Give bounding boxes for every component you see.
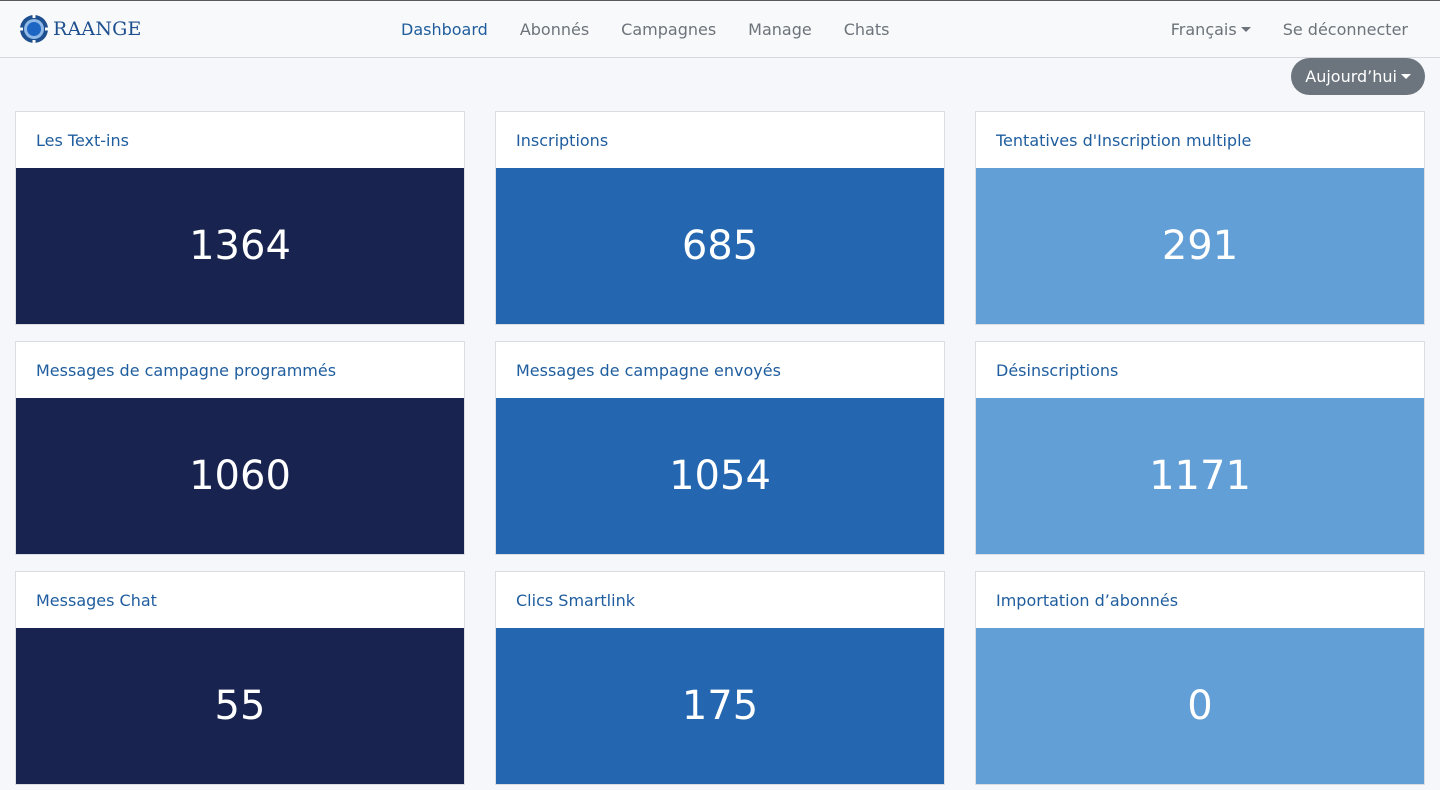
stat-card-title: Les Text-ins [36,130,129,150]
brand-name: RAANGE [53,18,142,40]
stat-card-title: Tentatives d'Inscription multiple [996,130,1252,150]
period-dropdown-button[interactable]: Aujourd’hui [1291,58,1425,95]
period-label: Aujourd’hui [1305,67,1397,86]
stat-card-value: 0 [976,628,1424,784]
raange-logo-icon [18,13,50,45]
stat-card-title: Importation d’abonnés [996,590,1179,610]
nav-abonnes[interactable]: Abonnés [504,20,605,39]
language-dropdown[interactable]: Français [1155,20,1267,39]
stat-card-title: Messages Chat [36,590,157,610]
caret-down-icon [1240,27,1251,32]
top-navbar: RAANGE Dashboard Abonnés Campagnes Manag… [0,0,1440,58]
stat-card-value: 55 [16,628,464,784]
brand-logo[interactable]: RAANGE [18,13,142,45]
caret-down-icon [1401,74,1411,79]
stats-grid: Les Text-ins 1364 Inscriptions 685 Tenta… [15,111,1425,785]
stat-card-value: 175 [496,628,944,784]
stat-card-title: Clics Smartlink [516,590,635,610]
stat-card-value: 1364 [16,168,464,324]
stat-card-title: Messages de campagne envoyés [516,360,781,380]
stat-card-scheduled-messages: Messages de campagne programmés 1060 [15,341,465,555]
main-nav: Dashboard Abonnés Campagnes Manage Chats [385,1,905,58]
stat-card-unsubscriptions: Désinscriptions 1171 [975,341,1425,555]
stat-card-value: 291 [976,168,1424,324]
nav-dashboard[interactable]: Dashboard [385,20,504,39]
stat-card-title: Désinscriptions [996,360,1119,380]
nav-chats[interactable]: Chats [828,20,906,39]
stat-card-title: Messages de campagne programmés [36,360,337,380]
stat-card-value: 685 [496,168,944,324]
stat-card-smartlink-clicks: Clics Smartlink 175 [495,571,945,785]
stat-card-subscriber-import: Importation d’abonnés 0 [975,571,1425,785]
stat-card-value: 1060 [16,398,464,554]
stat-card-title: Inscriptions [516,130,609,150]
nav-campagnes[interactable]: Campagnes [605,20,732,39]
stat-card-text-ins: Les Text-ins 1364 [15,111,465,325]
stat-card-value: 1054 [496,398,944,554]
stat-card-inscriptions: Inscriptions 685 [495,111,945,325]
stat-card-sent-messages: Messages de campagne envoyés 1054 [495,341,945,555]
logout-link[interactable]: Se déconnecter [1267,20,1424,39]
stat-card-multiple-signup-attempts: Tentatives d'Inscription multiple 291 [975,111,1425,325]
stat-card-value: 1171 [976,398,1424,554]
stat-card-chat-messages: Messages Chat 55 [15,571,465,785]
language-label: Français [1170,20,1237,39]
nav-right: Français Se déconnecter [1155,1,1424,58]
nav-manage[interactable]: Manage [732,20,828,39]
